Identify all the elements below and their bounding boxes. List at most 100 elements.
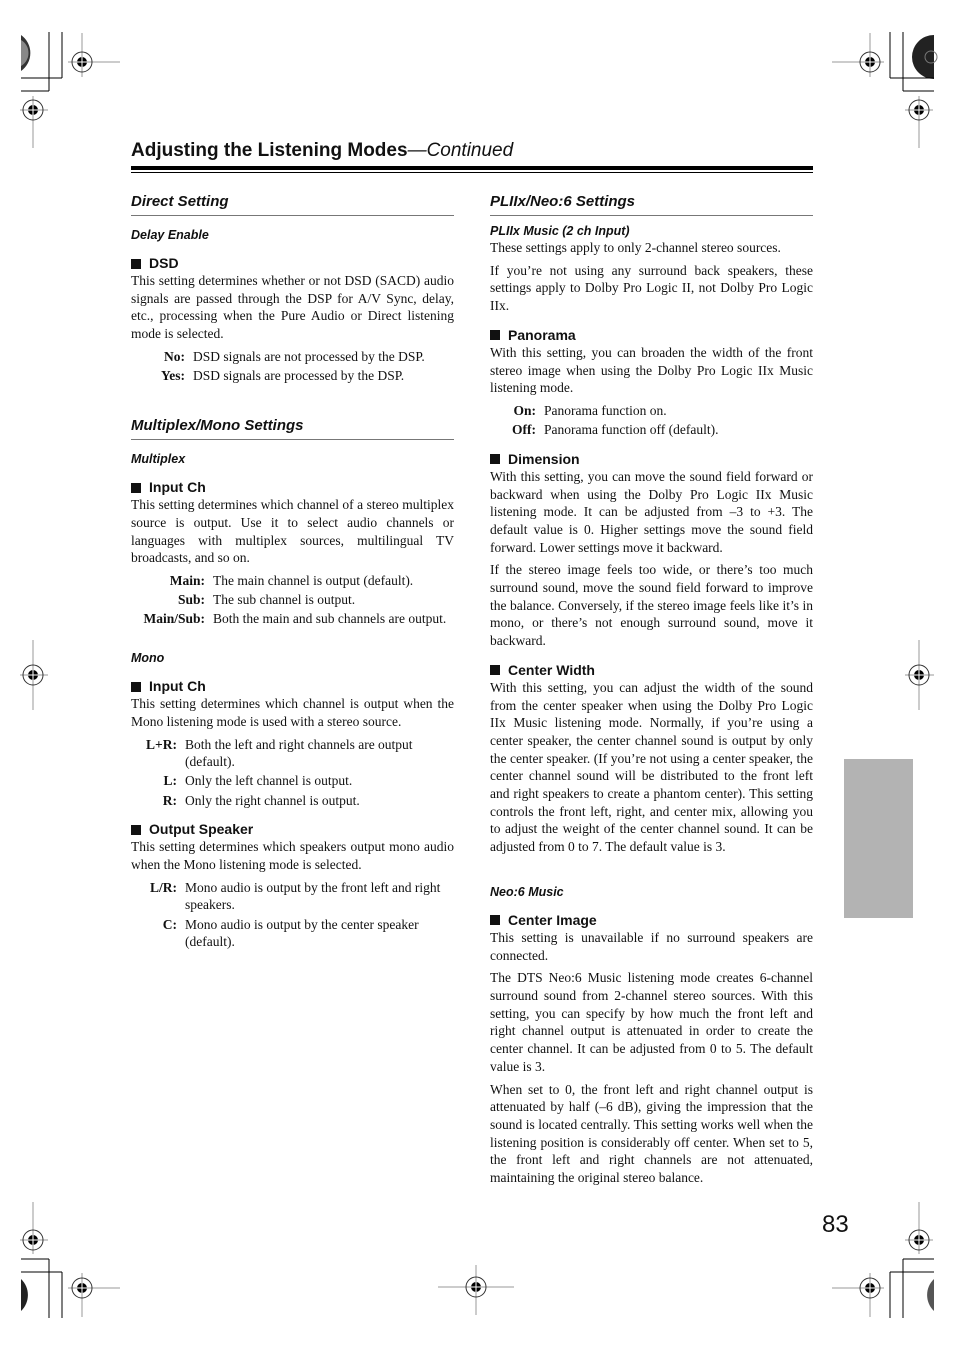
option-key: L: [163, 773, 178, 789]
option-text: Only the left channel is output. [185, 773, 353, 789]
item-heading-text: Dimension [508, 450, 580, 467]
registration-target-left-middle [0, 640, 60, 710]
subsection-title: Delay Enable [131, 228, 209, 242]
page-title: Adjusting the Listening Modes—Continued [131, 140, 813, 162]
registration-target-icon [20, 1202, 48, 1254]
chapter-side-tab [844, 759, 913, 918]
option-key: L/R: [150, 879, 177, 895]
paragraph: This setting determines which channel is… [131, 696, 454, 729]
page-number: 83 [822, 1211, 849, 1238]
left-column: Direct Setting Delay Enable DSD This set… [131, 192, 454, 953]
option-key: Off: [512, 422, 536, 438]
option-list: On: Panorama function on. Off: Panorama fu… [490, 402, 813, 439]
square-bullet-icon [131, 258, 141, 269]
item-heading-center-image: Center Image [490, 912, 813, 929]
registration-target-bottom-center [436, 1265, 516, 1325]
section-multiplex-mono: Multiplex/Mono Settings Multiplex Input … [131, 416, 454, 951]
subsection-title: Neo:6 Music [490, 884, 564, 899]
item-heading-panorama: Panorama [490, 327, 813, 344]
option-list: L/R: Mono audio is output by the front le… [131, 879, 454, 951]
square-bullet-icon [131, 824, 141, 835]
option-row: R: Only the right channel is output. [141, 792, 454, 810]
registration-target-right-middle [894, 640, 954, 710]
paragraph: The DTS Neo:6 Music listening mode creat… [490, 970, 813, 1074]
option-row: Sub: The sub channel is output. [131, 591, 454, 609]
option-key: Main: [169, 573, 205, 589]
registration-target-icon [832, 1273, 884, 1317]
option-list: No: DSD signals are not processed by the … [131, 348, 454, 385]
paragraph: If you’re not using any surround back sp… [490, 262, 813, 314]
paragraph: With this setting, you can broaden the w… [490, 344, 813, 396]
section-direct-setting: Direct Setting Delay Enable DSD This set… [131, 192, 454, 385]
item-heading-text: Panorama [508, 326, 576, 343]
section-title: PLIIx/Neo:6 Settings [490, 192, 813, 216]
option-row: On: Panorama function on. [504, 402, 813, 420]
option-row: C: Mono audio is output by the center spe… [141, 916, 454, 951]
page-header: Adjusting the Listening Modes—Continued [131, 140, 813, 173]
option-key: On: [513, 402, 536, 418]
option-text: Mono audio is output by the front left a… [185, 879, 441, 913]
section-title: Direct Setting [131, 192, 454, 216]
option-row: No: DSD signals are not processed by the … [149, 348, 454, 366]
paragraph: This setting determines which channel of… [131, 497, 454, 566]
subsection-title: PLIIx Music (2 ch Input) [490, 224, 630, 238]
option-text: Both the main and sub channels are outpu… [213, 611, 447, 627]
option-text: The main channel is output (default). [213, 573, 414, 589]
item-heading-text: Input Ch [149, 678, 206, 695]
item-heading-text: DSD [149, 255, 179, 271]
item-heading-dimension: Dimension [490, 451, 813, 468]
option-text: Panorama function on. [544, 402, 667, 418]
registration-target-icon [905, 1202, 933, 1254]
paragraph: This setting is unavailable if no surrou… [490, 929, 813, 963]
option-key: Main/Sub: [143, 611, 205, 627]
paragraph: With this setting, you can adjust the wi… [490, 679, 813, 855]
page-title-text: Adjusting the Listening Modes [131, 140, 408, 161]
item-heading-text: Output Speaker [149, 821, 254, 838]
color-wheel-icon [21, 35, 31, 71]
right-column: PLIIx/Neo:6 Settings PLIIx Music (2 ch I… [490, 192, 813, 1187]
item-heading-input-ch: Input Ch [131, 479, 454, 496]
option-row: Main/Sub: Both the main and sub channels … [131, 610, 454, 628]
registration-target-icon [905, 96, 933, 148]
page-title-continued: —Continued [407, 140, 514, 161]
option-key: No: [164, 348, 185, 364]
option-text: DSD signals are processed by the DSP. [193, 368, 405, 384]
item-heading-output-speaker: Output Speaker [131, 821, 454, 838]
option-text: Both the left and right channels are out… [185, 736, 413, 770]
paragraph: This setting determines which speakers o… [131, 839, 454, 873]
paragraph: If the stereo image feels too wide, or t… [490, 562, 813, 649]
subsection-title: Multiplex [131, 452, 186, 467]
option-text: Only the right channel is output. [185, 792, 360, 808]
option-text: Panorama function off (default). [544, 422, 719, 438]
section-title: Multiplex/Mono Settings [131, 416, 454, 441]
option-row: L: Only the left channel is output. [141, 772, 454, 790]
option-text: Mono audio is output by the center speak… [185, 916, 419, 950]
registration-target-icon [68, 33, 120, 77]
subsection-title: Mono [131, 651, 165, 666]
option-key: L+R: [146, 736, 177, 752]
header-rule-thin [131, 172, 813, 173]
item-heading-text: Center Image [508, 911, 597, 928]
paragraph: This setting determines whether or not D… [131, 273, 454, 342]
option-list: Main: The main channel is output (default… [131, 572, 454, 628]
item-heading-input-ch: Input Ch [131, 678, 454, 695]
option-key: Sub: [177, 592, 205, 608]
option-row: Off: Panorama function off (default). [504, 421, 813, 439]
option-text: DSD signals are not processed by the DSP… [193, 348, 425, 364]
square-bullet-icon [131, 482, 141, 493]
paragraph: When set to 0, the front left and right … [490, 1081, 813, 1186]
item-heading-center-width: Center Width [490, 662, 813, 679]
option-row: Yes: DSD signals are processed by the DSP… [149, 367, 454, 385]
square-bullet-icon [490, 330, 500, 341]
header-rule-thick [131, 166, 813, 170]
option-row: Main: The main channel is output (default… [131, 572, 454, 590]
square-bullet-icon [490, 454, 500, 465]
option-key: Yes: [161, 368, 185, 384]
option-key: C: [162, 916, 177, 932]
option-row: L/R: Mono audio is output by the front le… [141, 879, 454, 914]
registration-target-icon [20, 96, 48, 148]
square-bullet-icon [490, 915, 500, 926]
option-list: L+R: Both the left and right channels are… [131, 736, 454, 810]
color-wheel-icon [927, 1279, 934, 1311]
